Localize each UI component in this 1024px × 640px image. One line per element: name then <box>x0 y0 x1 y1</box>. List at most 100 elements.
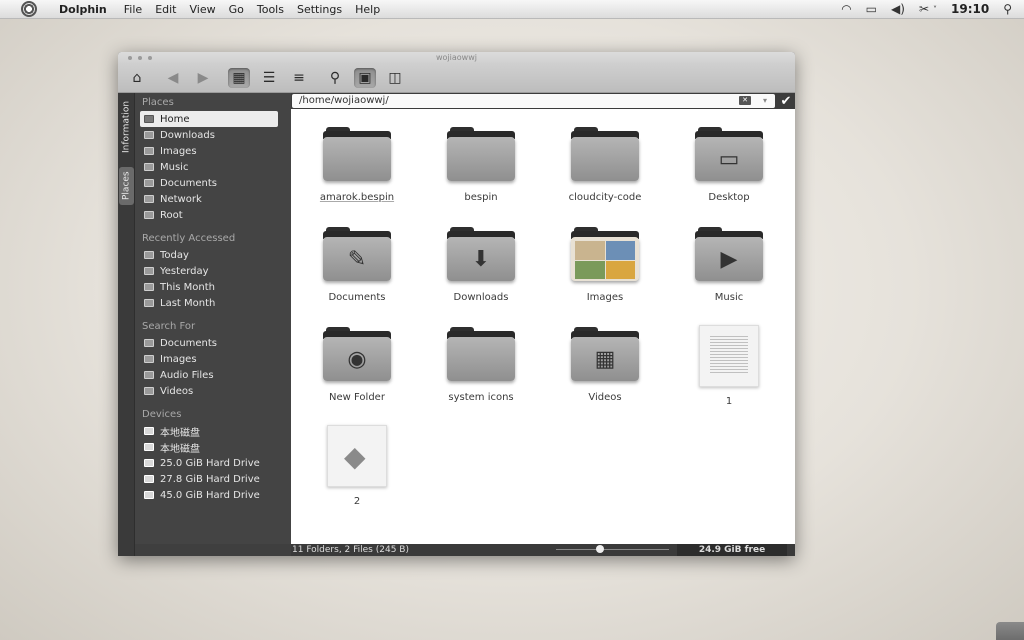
icons-view-icon[interactable]: ▦ <box>228 68 250 88</box>
app-logo-icon[interactable] <box>21 1 37 17</box>
calendar-icon <box>144 267 154 275</box>
search-icon[interactable]: ⚲ <box>1003 2 1012 16</box>
sidebar-item-yesterday[interactable]: Yesterday <box>135 263 291 279</box>
sidebar-item-search-images[interactable]: Images <box>135 351 291 367</box>
details-view-icon[interactable]: ☰ <box>258 68 280 88</box>
sidebar-item-root[interactable]: Root <box>135 207 291 223</box>
home-icon[interactable]: ⌂ <box>126 68 148 88</box>
file-item[interactable]: ▶ Music <box>674 225 784 303</box>
sidebar-item-label: Documents <box>160 337 218 349</box>
title-bar[interactable]: wojiaowwj <box>118 52 795 64</box>
drive-icon <box>144 443 154 451</box>
sidebar-item-home[interactable]: Home <box>140 111 278 127</box>
file-item[interactable]: ✎ Documents <box>302 225 412 303</box>
scissors-icon[interactable]: ✂ <box>919 2 929 16</box>
file-item[interactable]: ⬇ Downloads <box>426 225 536 303</box>
file-item[interactable]: ▭ Desktop <box>674 125 784 203</box>
file-item-label: bespin <box>464 192 498 203</box>
zoom-slider-handle[interactable] <box>596 545 604 553</box>
sidebar-item-label: Documents <box>160 177 218 189</box>
tree-view-icon[interactable]: ≡ <box>288 68 310 88</box>
file-item-label: New Folder <box>329 392 385 403</box>
file-item[interactable]: amarok.bespin <box>302 125 412 203</box>
zoom-slider[interactable] <box>556 545 669 553</box>
menu-go[interactable]: Go <box>229 3 244 16</box>
file-item[interactable]: Images <box>550 225 660 303</box>
menu-tools[interactable]: Tools <box>257 3 284 16</box>
file-item[interactable]: 1 <box>674 325 784 407</box>
menu-file[interactable]: File <box>124 3 142 16</box>
chevron-down-icon[interactable]: ˅ <box>933 5 937 14</box>
tab-information[interactable]: Information <box>119 99 134 155</box>
sidebar-item-documents[interactable]: Documents <box>135 175 291 191</box>
split-view-icon[interactable]: ◫ <box>384 68 406 88</box>
calendar-icon <box>144 299 154 307</box>
preview-icon[interactable]: ▣ <box>354 68 376 88</box>
file-item-label: Desktop <box>708 192 750 203</box>
drive-icon <box>144 427 154 435</box>
wifi-icon[interactable]: ◠ <box>841 2 851 16</box>
drive-icon <box>144 475 154 483</box>
battery-icon[interactable]: ▭ <box>866 2 877 16</box>
sidebar-item-label: Images <box>160 145 197 157</box>
sidebar-item-label: 25.0 GiB Hard Drive <box>160 457 260 469</box>
file-item-label: system icons <box>448 392 514 403</box>
chevron-down-icon[interactable]: ▾ <box>763 94 767 108</box>
sidebar-item-music[interactable]: Music <box>135 159 291 175</box>
file-manager-window: wojiaowwj ⌂ ◀ ▶ ▦ ☰ ≡ ⚲ ▣ ◫ Information … <box>118 52 795 556</box>
sidebar-item-label: 本地磁盘 <box>160 443 200 455</box>
video-icon <box>144 387 154 395</box>
sidebar-item-label: This Month <box>160 281 215 293</box>
sidebar-item-search-audio[interactable]: Audio Files <box>135 367 291 383</box>
sidebar-item-device[interactable]: 25.0 GiB Hard Drive <box>135 455 291 471</box>
clear-icon[interactable]: ✕ <box>739 96 751 105</box>
minimize-icon[interactable] <box>138 56 142 60</box>
file-view[interactable]: amarok.bespin bespin cloudcity-code ▭ Deskto… <box>291 109 795 544</box>
sidebar-item-network[interactable]: Network <box>135 191 291 207</box>
file-item[interactable]: ◉ New Folder <box>302 325 412 403</box>
path-input[interactable]: /home/wojiaowwj/ ✕ ▾ <box>292 94 775 108</box>
free-space: 24.9 GiB free <box>677 544 787 556</box>
file-item[interactable]: cloudcity-code <box>550 125 660 203</box>
back-arrow-icon[interactable]: ◀ <box>162 68 184 88</box>
clock[interactable]: 19:10 <box>951 2 989 16</box>
sidebar-item-downloads[interactable]: Downloads <box>135 127 291 143</box>
file-item[interactable]: ▦ Videos <box>550 325 660 403</box>
file-item[interactable]: ◆ 2 <box>302 425 412 507</box>
forward-arrow-icon[interactable]: ▶ <box>192 68 214 88</box>
sidebar-item-last-month[interactable]: Last Month <box>135 295 291 311</box>
menu-settings[interactable]: Settings <box>297 3 342 16</box>
file-item-label: Documents <box>328 292 386 303</box>
menu-help[interactable]: Help <box>355 3 380 16</box>
sidebar-item-device[interactable]: 本地磁盘 <box>135 439 291 455</box>
sidebar-item-device[interactable]: 45.0 GiB Hard Drive <box>135 487 291 503</box>
folder-icon <box>447 125 515 183</box>
desktop-icon: ▭ <box>695 125 763 183</box>
file-item[interactable]: system icons <box>426 325 536 403</box>
volume-icon[interactable]: ◀) <box>891 2 905 16</box>
close-icon[interactable] <box>128 56 132 60</box>
sidebar-item-search-videos[interactable]: Videos <box>135 383 291 399</box>
sidebar-item-device[interactable]: 27.8 GiB Hard Drive <box>135 471 291 487</box>
checkmark-icon[interactable]: ✔ <box>777 94 795 109</box>
menu-edit[interactable]: Edit <box>155 3 176 16</box>
sidebar-item-today[interactable]: Today <box>135 247 291 263</box>
search-icon[interactable]: ⚲ <box>324 68 346 88</box>
panel-corner-widget[interactable] <box>996 622 1024 640</box>
sidebar-item-search-documents[interactable]: Documents <box>135 335 291 351</box>
maximize-icon[interactable] <box>148 56 152 60</box>
file-item[interactable]: bespin <box>426 125 536 203</box>
film-icon: ▦ <box>571 325 639 383</box>
sidebar-item-label: Videos <box>160 385 194 397</box>
drive-icon <box>144 459 154 467</box>
sidebar-item-this-month[interactable]: This Month <box>135 279 291 295</box>
menu-bar: File Edit View Go Tools Settings Help <box>124 3 393 16</box>
window-title: wojiaowwj <box>436 53 477 62</box>
sidebar-item-images[interactable]: Images <box>135 143 291 159</box>
menu-view[interactable]: View <box>190 3 216 16</box>
sidebar-item-label: Last Month <box>160 297 216 309</box>
pen-icon: ✎ <box>323 225 391 283</box>
sidebar-item-device[interactable]: 本地磁盘 <box>135 423 291 439</box>
tab-places[interactable]: Places <box>119 167 134 205</box>
section-places-header: Places <box>142 97 174 108</box>
